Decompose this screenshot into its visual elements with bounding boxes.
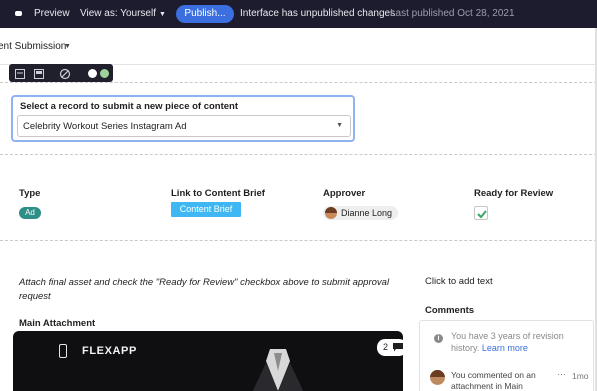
- info-icon: i: [434, 334, 443, 343]
- record-picker-label: Select a record to submit a new piece of…: [20, 101, 239, 112]
- unpublished-status: Interface has unpublished changes: [240, 8, 396, 19]
- chevron-down-icon[interactable]: ▼: [64, 43, 71, 50]
- avatar: [430, 370, 445, 385]
- check-icon: [477, 210, 487, 219]
- comment-icon: [393, 343, 403, 352]
- preview-label: Preview: [34, 8, 70, 19]
- comment-entry-text: You commented on an attachment in Main: [451, 370, 536, 391]
- comment-timestamp: 1mo: [572, 371, 589, 381]
- app-logo-icon[interactable]: [15, 11, 22, 16]
- attachment-brand-text: FLEXAPP: [82, 345, 137, 357]
- approver-name: Dianne Long: [341, 208, 393, 218]
- more-options-icon[interactable]: ···: [557, 369, 566, 379]
- type-tag[interactable]: Ad: [19, 207, 41, 219]
- approver-chip[interactable]: Dianne Long: [323, 206, 398, 220]
- chevron-down-icon[interactable]: ▼: [336, 122, 343, 129]
- phone-icon: [59, 344, 67, 358]
- last-published-status: Last published Oct 28, 2021: [390, 8, 515, 19]
- top-bar: Preview View as: Yourself ▼ Publish... In…: [0, 0, 597, 28]
- record-select[interactable]: Celebrity Workout Series Instagram Ad ▼: [17, 115, 351, 137]
- comment-count: 2: [383, 342, 389, 352]
- section-divider: [0, 154, 597, 155]
- ready-field-label: Ready for Review: [474, 188, 554, 199]
- comment-count-badge[interactable]: 2: [377, 339, 403, 356]
- avatar: [325, 207, 337, 219]
- white-swatch[interactable]: [87, 67, 97, 79]
- view-as-dropdown[interactable]: View as: Yourself ▼: [80, 8, 166, 19]
- chevron-down-icon: ▼: [158, 11, 166, 18]
- content-brief-button[interactable]: Content Brief: [171, 202, 241, 217]
- section-divider: [0, 240, 597, 241]
- person-figure-image: [252, 349, 304, 391]
- comments-heading: Comments: [425, 305, 475, 316]
- green-swatch[interactable]: [99, 67, 109, 79]
- comments-panel: i You have 3 years of revision history. …: [419, 320, 594, 391]
- section-divider: [0, 82, 597, 83]
- page-header: ent Submission ▼: [0, 28, 597, 65]
- ready-for-review-checkbox[interactable]: [474, 206, 488, 220]
- page-title[interactable]: ent Submission: [0, 41, 66, 52]
- record-select-value: Celebrity Workout Series Instagram Ad: [23, 121, 187, 132]
- main-attachment-preview[interactable]: FLEXAPP 2: [13, 331, 403, 391]
- brief-field-label: Link to Content Brief: [171, 188, 265, 199]
- instructions-text: Attach final asset and check the "Ready …: [19, 277, 390, 302]
- record-picker: Select a record to submit a new piece of…: [11, 95, 355, 142]
- learn-more-link[interactable]: Learn more: [482, 343, 528, 353]
- revision-history-info: You have 3 years of revision history. Le…: [451, 330, 586, 354]
- publish-button[interactable]: Publish...: [176, 5, 234, 23]
- main-attachment-heading: Main Attachment: [19, 318, 96, 329]
- view-as-label: View as: Yourself: [80, 8, 156, 19]
- element-toolbar: [9, 64, 113, 82]
- layout-top-icon[interactable]: [15, 67, 25, 79]
- approver-field-label: Approver: [323, 188, 366, 199]
- click-to-add-text[interactable]: Click to add text: [425, 276, 493, 287]
- layout-bottom-icon[interactable]: [34, 67, 44, 79]
- hide-icon[interactable]: [59, 67, 71, 80]
- type-field-label: Type: [19, 188, 41, 199]
